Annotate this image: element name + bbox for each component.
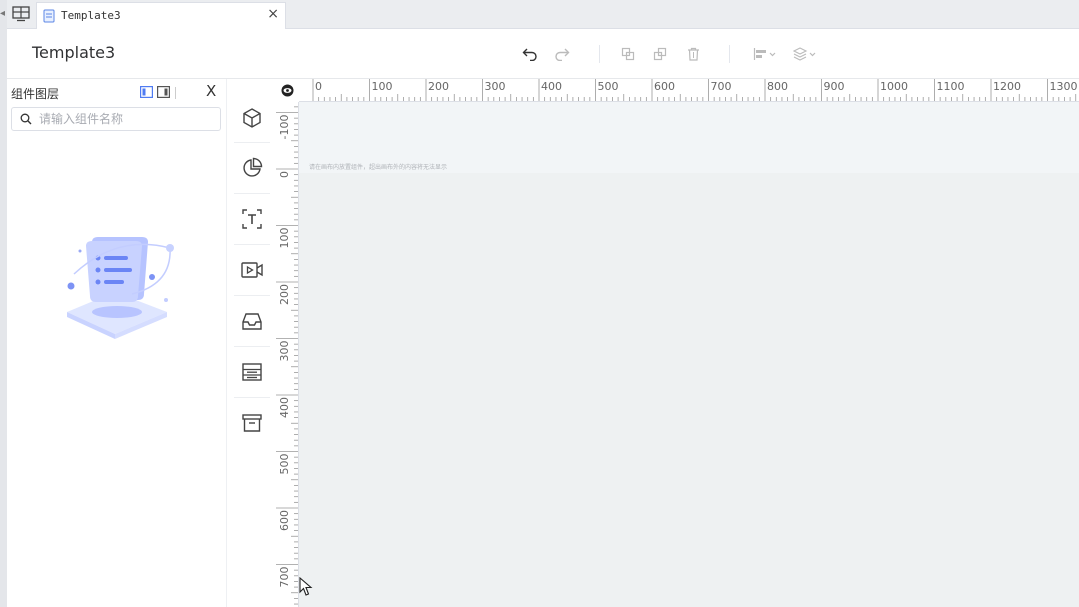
container-component-button[interactable]	[239, 308, 265, 334]
toolbar-separator	[234, 142, 270, 143]
vertical-ruler[interactable]: -100 0 100 200 300 400 500 600 700	[276, 102, 299, 607]
horizontal-ruler[interactable]: 0 100 200 300 400 500 600 700 800 900 1000 1100 1200…	[299, 79, 1079, 102]
split-right-view-icon[interactable]	[157, 86, 170, 98]
window-edge: ◂	[0, 0, 7, 607]
ruler-label: 300	[278, 341, 291, 362]
layer-panel-title: 组件图层	[11, 87, 60, 101]
delete-button[interactable]	[683, 44, 703, 64]
ruler-label: 900	[824, 80, 845, 93]
split-left-view-icon[interactable]	[140, 86, 153, 98]
toolbar-divider	[729, 45, 730, 63]
undo-button[interactable]	[520, 44, 540, 64]
canvas-hint-text: 请在画布内放置组件，超出画布外的内容将无法显示	[309, 164, 448, 171]
media-component-button[interactable]	[239, 257, 265, 283]
editor-header: Template3	[7, 29, 1079, 79]
ruler-label: 200	[278, 284, 291, 305]
archive-icon	[242, 414, 262, 432]
tab-template3[interactable]: Template3 ×	[36, 2, 286, 29]
ruler-label: 700	[278, 567, 291, 588]
paste-button[interactable]	[650, 44, 670, 64]
ruler-label: 1200	[993, 80, 1021, 93]
3d-component-button[interactable]	[239, 105, 265, 131]
component-toolbar	[226, 79, 276, 607]
undo-icon	[522, 48, 537, 61]
redo-icon	[555, 48, 570, 61]
eye-icon	[281, 84, 294, 97]
toolbar-separator	[234, 244, 270, 245]
copy-button[interactable]	[618, 44, 638, 64]
empty-state-illustration	[67, 237, 174, 339]
align-icon	[753, 48, 776, 60]
ruler-label: 600	[278, 510, 291, 531]
toolbar-divider	[599, 45, 600, 63]
mouse-cursor-icon	[299, 577, 313, 596]
canvas-stage[interactable]	[299, 173, 1079, 607]
paste-icon	[653, 47, 667, 61]
ruler-label: 100	[278, 228, 291, 249]
pie-chart-icon	[243, 157, 263, 177]
tab-strip: Template3 ×	[0, 0, 1079, 29]
ruler-label: 200	[428, 80, 449, 93]
ruler-label: 600	[654, 80, 675, 93]
text-component-button[interactable]	[239, 206, 265, 232]
layer-panel: 组件图层 X	[7, 79, 226, 607]
toolbar-separator	[234, 193, 270, 194]
ruler-label: 700	[711, 80, 732, 93]
ruler-label: 0	[278, 171, 291, 178]
component-search-input[interactable]	[39, 110, 214, 128]
ruler-label: 1000	[880, 80, 908, 93]
chart-component-button[interactable]	[239, 155, 265, 181]
ruler-label: 1100	[937, 80, 965, 93]
layer-icon	[793, 47, 816, 61]
ruler-visibility-toggle[interactable]	[276, 79, 299, 102]
panel-close-icon[interactable]: X	[206, 82, 216, 100]
form-icon	[242, 363, 262, 381]
component-search[interactable]	[11, 107, 221, 131]
ruler-label: 500	[598, 80, 619, 93]
toolbar-separator	[234, 346, 270, 347]
document-icon	[43, 9, 55, 23]
tab-close-icon[interactable]: ×	[267, 6, 279, 22]
text-icon	[242, 209, 262, 229]
ruler-label: 400	[541, 80, 562, 93]
dashboard-icon[interactable]	[12, 6, 30, 22]
search-icon	[20, 113, 32, 125]
align-dropdown[interactable]	[752, 44, 778, 64]
toolbar-separator	[234, 397, 270, 398]
ruler-label: 100	[372, 80, 393, 93]
ruler-label: 800	[767, 80, 788, 93]
ruler-label: 400	[278, 397, 291, 418]
collapse-arrow-icon[interactable]: ◂	[0, 8, 5, 19]
toolbar-separator	[234, 295, 270, 296]
layer-dropdown[interactable]	[792, 44, 818, 64]
ruler-label: 1300	[1050, 80, 1078, 93]
tab-label: Template3	[61, 9, 121, 22]
trash-icon	[687, 47, 699, 61]
canvas-area[interactable]: 0 100 200 300 400 500 600 700 800 900 1000 1100 1200…	[276, 79, 1079, 607]
ruler-label: 300	[485, 80, 506, 93]
redo-button[interactable]	[552, 44, 572, 64]
ruler-label: 500	[278, 454, 291, 475]
inbox-icon	[242, 313, 262, 330]
video-icon	[241, 262, 263, 278]
ruler-label: -100	[278, 115, 291, 140]
page-title: Template3	[32, 43, 116, 62]
archive-component-button[interactable]	[239, 410, 265, 436]
panel-divider	[175, 87, 176, 99]
cube-icon	[243, 108, 261, 128]
form-component-button[interactable]	[239, 359, 265, 385]
copy-icon	[621, 47, 635, 61]
app-window: Template3 × ◂ Template3 组件图层 X 请输入组件名称 0…	[0, 0, 1079, 607]
ruler-label: 0	[315, 80, 322, 93]
